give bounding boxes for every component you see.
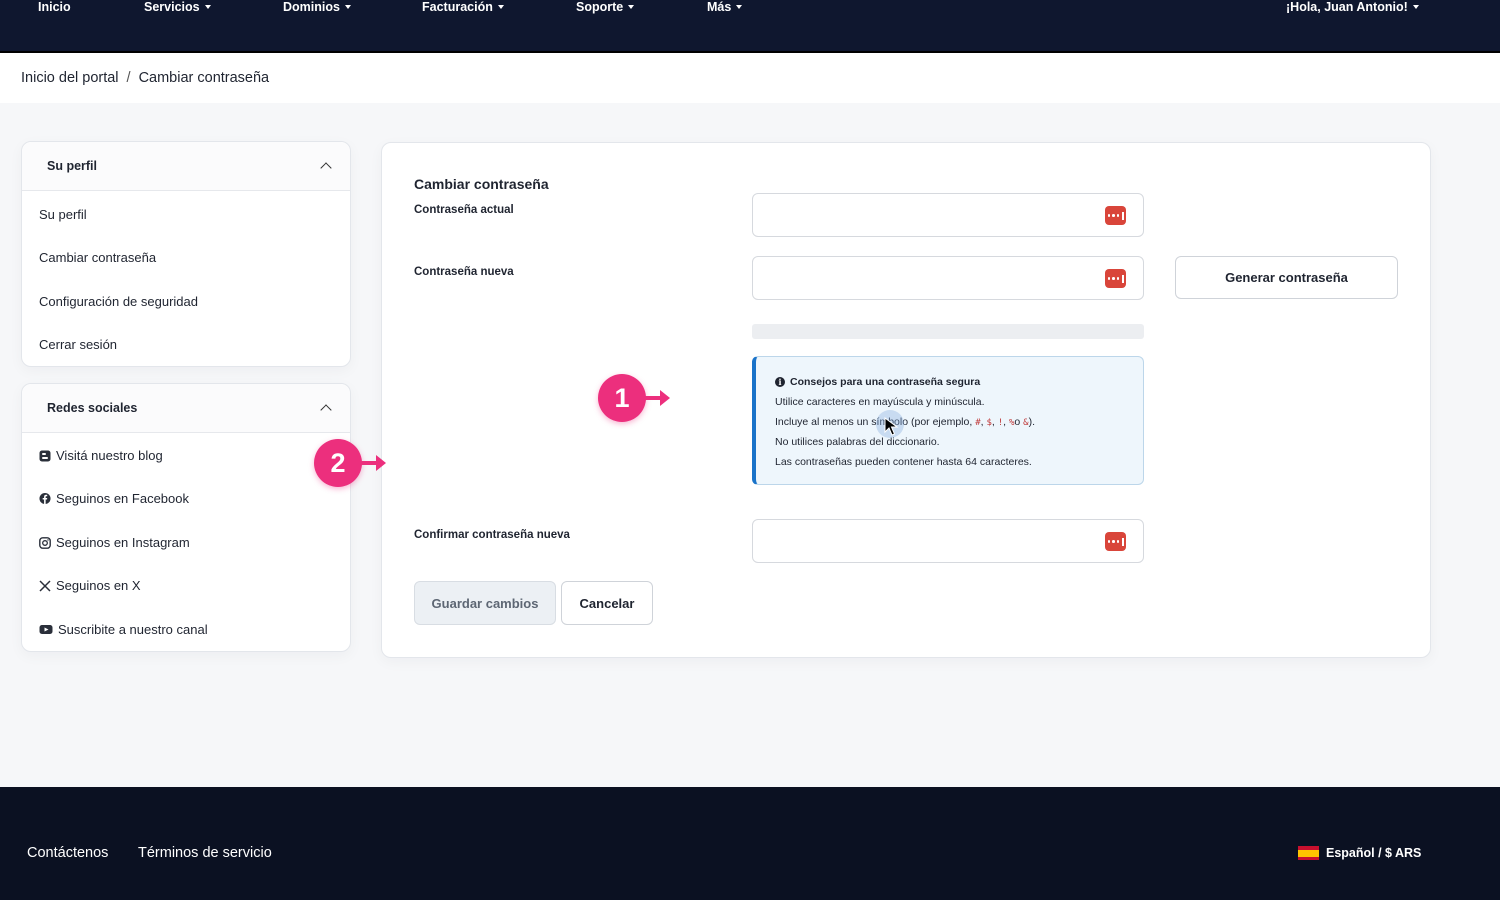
instagram-icon: [39, 536, 51, 549]
spain-flag-icon: [1298, 846, 1319, 860]
chevron-down-icon: [736, 5, 743, 9]
breadcrumb-current: Cambiar contraseña: [138, 70, 270, 86]
facebook-icon: [39, 492, 51, 505]
chevron-down-icon: [497, 5, 504, 9]
confirm-password-label: Confirmar contraseña nueva: [414, 529, 570, 541]
annotation-arrow-icon: [360, 455, 386, 471]
top-navbar: Inicio Servicios Dominios Facturación So…: [0, 0, 1500, 53]
chevron-down-icon: [204, 5, 211, 9]
footer: Contáctenos Términos de servicio Español…: [0, 787, 1500, 900]
confirm-password-input[interactable]: [763, 530, 1093, 552]
sidebar-item-facebook[interactable]: Seguinos en Facebook: [39, 491, 189, 506]
tip-dictionary: No utilices palabras del diccionario.: [775, 436, 940, 448]
breadcrumb-separator: /: [126, 70, 131, 86]
new-password-label: Contraseña nueva: [414, 266, 514, 278]
save-changes-button[interactable]: Guardar cambios: [414, 581, 556, 625]
new-password-field[interactable]: [752, 256, 1144, 300]
x-icon: [39, 579, 51, 592]
footer-terms-link[interactable]: Términos de servicio: [138, 845, 272, 861]
tip-case: Utilice caracteres en mayúscula y minúsc…: [775, 396, 985, 408]
current-password-field[interactable]: [752, 193, 1144, 237]
nav-support[interactable]: Soporte: [576, 0, 635, 14]
password-manager-icon[interactable]: [1105, 269, 1126, 288]
annotation-badge-2: 2: [314, 439, 362, 487]
password-strength-bar: [752, 324, 1144, 339]
form-title: Cambiar contraseña: [414, 176, 549, 192]
sidebar-item-profile[interactable]: Su perfil: [39, 207, 87, 222]
password-manager-icon[interactable]: [1105, 206, 1126, 225]
blog-icon: [39, 450, 51, 462]
sidebar-item-change-password[interactable]: Cambiar contraseña: [39, 250, 156, 265]
chevron-down-icon: [628, 5, 635, 9]
profile-menu-card: Su perfil Su perfil Cambiar contraseña C…: [21, 141, 351, 367]
tip-length: Las contraseñas pueden contener hasta 64…: [775, 456, 1032, 468]
nav-domains[interactable]: Dominios: [283, 0, 351, 14]
new-password-input[interactable]: [763, 267, 1093, 289]
annotation-badge-1: 1: [598, 374, 646, 422]
nav-home[interactable]: Inicio: [38, 0, 71, 14]
password-tips-box: i Consejos para una contraseña segura Ut…: [752, 356, 1144, 485]
nav-more[interactable]: Más: [707, 0, 743, 14]
annotation-arrow-icon: [644, 390, 670, 406]
youtube-icon: [39, 624, 53, 636]
nav-user-menu[interactable]: ¡Hola, Juan Antonio!: [1286, 0, 1419, 14]
language-currency-selector[interactable]: Español / $ ARS: [1298, 846, 1421, 860]
cancel-button[interactable]: Cancelar: [561, 581, 653, 625]
chevron-up-icon: [320, 404, 332, 416]
generate-password-button[interactable]: Generar contraseña: [1175, 256, 1398, 299]
password-manager-icon[interactable]: [1105, 532, 1126, 551]
footer-contact-link[interactable]: Contáctenos: [27, 845, 108, 861]
breadcrumb-bar: Inicio del portal / Cambiar contraseña: [0, 53, 1500, 103]
chevron-up-icon: [320, 162, 332, 174]
nav-billing[interactable]: Facturación: [422, 0, 504, 14]
social-menu-title: Redes sociales: [47, 401, 138, 415]
chevron-down-icon: [344, 5, 351, 9]
sidebar-item-logout[interactable]: Cerrar sesión: [39, 337, 117, 352]
breadcrumb-home-link[interactable]: Inicio del portal: [21, 70, 119, 86]
nav-services[interactable]: Servicios: [144, 0, 211, 14]
info-icon: i: [775, 377, 785, 387]
current-password-label: Contraseña actual: [414, 204, 514, 216]
profile-menu-header[interactable]: Su perfil: [22, 142, 350, 191]
sidebar-item-youtube[interactable]: Suscribite a nuestro canal: [39, 622, 208, 637]
sidebar-item-instagram[interactable]: Seguinos en Instagram: [39, 535, 190, 550]
mouse-cursor-icon: [884, 417, 904, 437]
current-password-input[interactable]: [763, 204, 1093, 226]
breadcrumb: Inicio del portal / Cambiar contraseña: [21, 70, 269, 86]
tip-symbol: Incluye al menos un símbolo (por ejemplo…: [775, 416, 1036, 428]
sidebar-item-security-settings[interactable]: Configuración de seguridad: [39, 294, 198, 309]
profile-menu-title: Su perfil: [47, 159, 98, 173]
social-menu-header[interactable]: Redes sociales: [22, 384, 350, 433]
chevron-down-icon: [1412, 5, 1419, 9]
confirm-password-field[interactable]: [752, 519, 1144, 563]
sidebar-item-blog[interactable]: Visitá nuestro blog: [39, 448, 163, 463]
password-tips-heading: i Consejos para una contraseña segura: [775, 376, 1143, 388]
social-menu-card: Redes sociales Visitá nuestro blog Segui…: [21, 383, 351, 652]
sidebar-item-x[interactable]: Seguinos en X: [39, 578, 141, 593]
